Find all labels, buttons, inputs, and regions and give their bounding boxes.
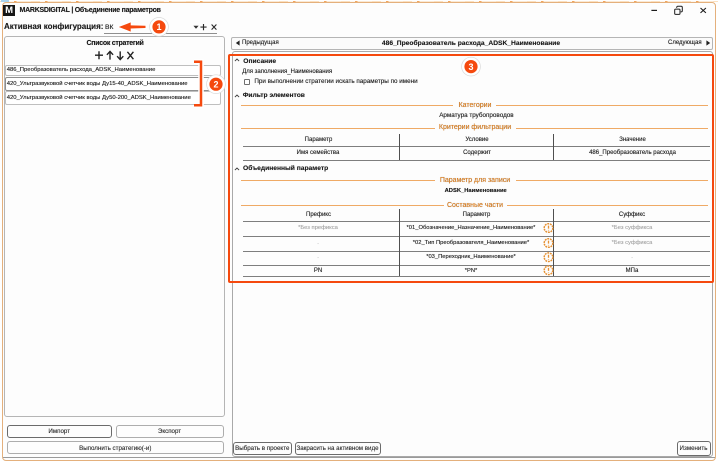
svg-text:3: 3 [468,62,473,72]
svg-text:1: 1 [156,22,161,32]
svg-text:2: 2 [213,80,218,90]
